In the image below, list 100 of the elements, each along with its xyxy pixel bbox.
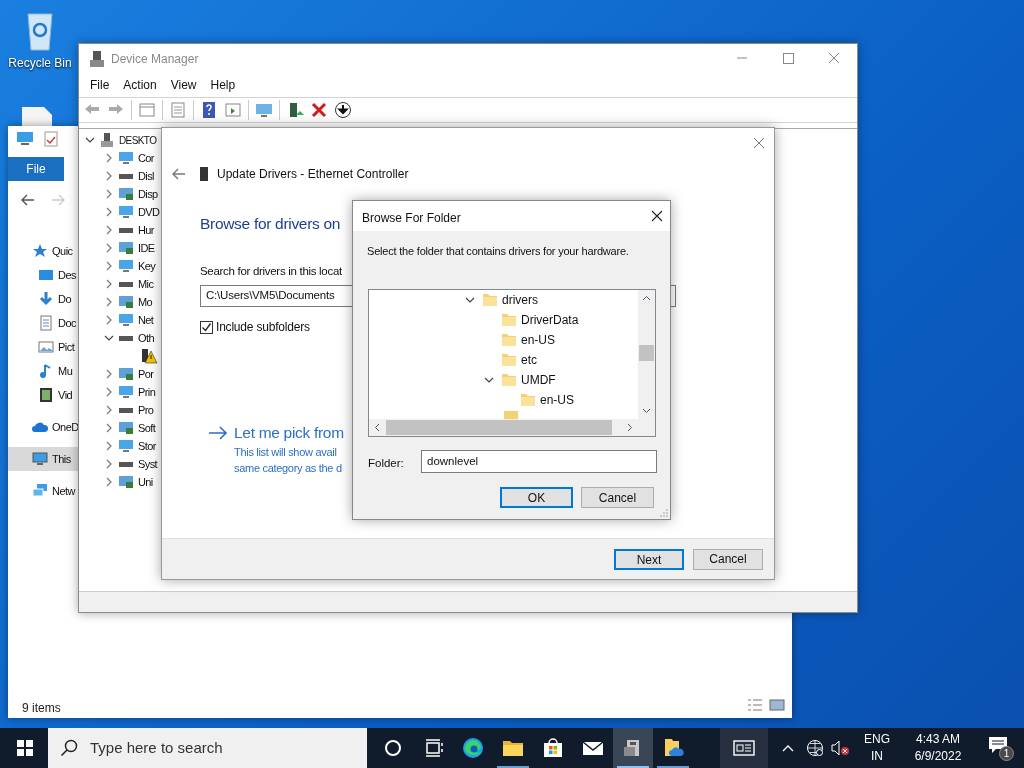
- chevron-right-icon[interactable]: [104, 225, 114, 235]
- tree-item[interactable]: Stor: [85, 437, 156, 455]
- nav-item[interactable]: Pict: [8, 335, 78, 359]
- scroll-right-icon[interactable]: [627, 423, 633, 432]
- tree-item[interactable]: Pro: [85, 401, 154, 419]
- chevron-right-icon[interactable]: [104, 315, 114, 325]
- scroll-thumb[interactable]: [386, 420, 612, 435]
- taskbar-app[interactable]: [720, 728, 768, 768]
- clock[interactable]: 4:43 AM 6/9/2022: [902, 731, 974, 765]
- chevron-right-icon[interactable]: [104, 423, 114, 433]
- nav-item[interactable]: Des: [8, 263, 78, 287]
- tree-item[interactable]: en-US: [369, 330, 579, 350]
- chevron-down-icon[interactable]: [465, 295, 475, 305]
- dialog-button[interactable]: OK: [500, 487, 573, 508]
- large-icons-view-icon[interactable]: [769, 698, 785, 712]
- menu-item[interactable]: View: [163, 76, 204, 94]
- nav-item[interactable]: OneD: [8, 415, 78, 439]
- language-indicator[interactable]: ENG IN: [858, 731, 896, 765]
- folder-tree[interactable]: drivers DriverData en-US etc UMDF en-US: [368, 289, 656, 437]
- dialog-button[interactable]: Next: [614, 548, 684, 570]
- tree-item[interactable]: Disl: [85, 167, 154, 185]
- chevron-right-icon[interactable]: [104, 405, 114, 415]
- chevron-right-icon[interactable]: [104, 369, 114, 379]
- scroll-left-icon[interactable]: [374, 423, 380, 432]
- back-arrow-icon[interactable]: [20, 192, 36, 208]
- checklist-icon[interactable]: [44, 131, 58, 147]
- tree-item[interactable]: Syst: [85, 455, 157, 473]
- chevron-right-icon[interactable]: [104, 477, 114, 487]
- chevron-right-icon[interactable]: [104, 441, 114, 451]
- menu-item[interactable]: File: [83, 76, 117, 94]
- tree-item[interactable]: Key: [85, 257, 156, 275]
- dialog-button[interactable]: Cancel: [693, 548, 763, 570]
- back-arrow-icon[interactable]: [171, 166, 187, 182]
- tree-item[interactable]: Mic: [85, 275, 154, 293]
- horizontal-scrollbar[interactable]: [369, 419, 655, 436]
- chevron-down-icon[interactable]: [104, 333, 114, 343]
- download-circle-icon[interactable]: [334, 101, 352, 119]
- tree-item[interactable]: drivers: [369, 290, 579, 310]
- chevron-right-icon[interactable]: [104, 459, 114, 469]
- chevron-up-icon[interactable]: [782, 744, 794, 752]
- tree-item[interactable]: DVD: [85, 203, 160, 221]
- chevron-right-icon[interactable]: [104, 387, 114, 397]
- chevron-right-icon[interactable]: [104, 243, 114, 253]
- tree-item[interactable]: DriverData: [369, 310, 579, 330]
- tree-item[interactable]: Uni: [85, 473, 153, 491]
- chevron-right-icon[interactable]: [104, 261, 114, 271]
- properties-sheet-icon[interactable]: [138, 101, 156, 119]
- nav-item[interactable]: Vid: [8, 383, 78, 407]
- folder-field[interactable]: downlevel: [421, 450, 657, 473]
- chevron-right-icon[interactable]: [104, 153, 114, 163]
- search-field[interactable]: Type here to search: [48, 728, 367, 768]
- chevron-right-icon[interactable]: [104, 297, 114, 307]
- remove-icon[interactable]: [310, 101, 328, 119]
- vertical-scrollbar[interactable]: [638, 290, 655, 420]
- dialog-button[interactable]: Cancel: [581, 487, 654, 508]
- chevron-right-icon[interactable]: [104, 171, 114, 181]
- file-tab[interactable]: File: [8, 157, 64, 181]
- tree-item[interactable]: Mo: [85, 293, 153, 311]
- network-icon: [32, 483, 48, 499]
- speaker-muted-icon[interactable]: [830, 739, 850, 757]
- close-icon[interactable]: [651, 210, 663, 222]
- tree-item[interactable]: etc: [369, 350, 579, 370]
- play-sheet-icon[interactable]: [224, 101, 242, 119]
- chevron-right-icon[interactable]: [104, 207, 114, 217]
- chevron-right-icon[interactable]: [104, 189, 114, 199]
- checkbox[interactable]: [200, 320, 213, 334]
- link[interactable]: Let me pick from: [234, 421, 344, 445]
- tree-item[interactable]: en-US: [369, 390, 579, 410]
- nav-item[interactable]: Quic: [8, 239, 78, 263]
- tree-item[interactable]: DESKTO: [85, 131, 157, 149]
- menu-item[interactable]: Help: [203, 76, 243, 94]
- nav-item[interactable]: Netw: [8, 479, 78, 503]
- tree-item[interactable]: Soft: [85, 419, 156, 437]
- tree-item[interactable]: Por: [85, 365, 154, 383]
- tree-item[interactable]: Prin: [85, 383, 156, 401]
- warning-device-icon[interactable]: [140, 348, 158, 364]
- help-icon[interactable]: [200, 101, 218, 119]
- windows-start-icon[interactable]: [17, 740, 33, 756]
- nav-item[interactable]: Do: [8, 287, 78, 311]
- nav-item[interactable]: Doc: [8, 311, 78, 335]
- scroll-thumb[interactable]: [639, 345, 654, 361]
- tree-item[interactable]: Hur: [85, 221, 154, 239]
- nav-item[interactable]: This: [8, 447, 78, 471]
- tree-item[interactable]: Oth: [85, 329, 154, 347]
- computer-icon[interactable]: [16, 131, 34, 147]
- monitor-icon[interactable]: [255, 101, 273, 119]
- nav-item[interactable]: Mu: [8, 359, 78, 383]
- tree-item[interactable]: Disp: [85, 185, 158, 203]
- menu-item[interactable]: Action: [116, 76, 164, 94]
- scroll-down-icon[interactable]: [642, 408, 651, 414]
- globe-icon[interactable]: [806, 739, 824, 757]
- tree-item[interactable]: Cor: [85, 149, 154, 167]
- chevron-down-icon[interactable]: [85, 135, 95, 145]
- chevron-down-icon[interactable]: [484, 375, 494, 385]
- icon-label[interactable]: Recycle Bin: [8, 54, 72, 72]
- tree-item[interactable]: UMDF: [369, 370, 579, 390]
- tree-item[interactable]: Net: [85, 311, 154, 329]
- tree-item[interactable]: IDE: [85, 239, 155, 257]
- chevron-right-icon[interactable]: [104, 279, 114, 289]
- scroll-up-icon[interactable]: [642, 295, 651, 301]
